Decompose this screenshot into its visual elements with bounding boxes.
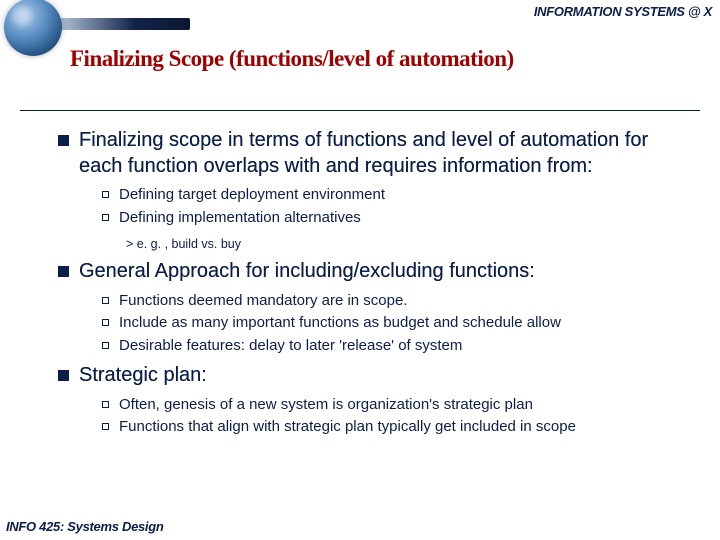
bullet-item: Strategic plan: (58, 363, 690, 389)
slide-title: Finalizing Scope (functions/level of aut… (70, 46, 670, 72)
sub-sub-text: > e. g. , build vs. buy (126, 237, 241, 251)
hollow-square-bullet-icon (102, 342, 109, 349)
hollow-square-bullet-icon (102, 191, 109, 198)
sub-bullet-text: Defining target deployment environment (119, 185, 385, 205)
sub-bullet-text: Desirable features: delay to later 'rele… (119, 336, 462, 356)
sub-bullet-item: Functions that align with strategic plan… (102, 417, 690, 437)
sub-bullet-item: Often, genesis of a new system is organi… (102, 395, 690, 415)
slide-header: INFORMATION SYSTEMS @ X (0, 0, 720, 30)
title-underline (20, 110, 700, 111)
square-bullet-icon (58, 266, 69, 277)
bullet-text: General Approach for including/excluding… (79, 259, 535, 285)
square-bullet-icon (58, 135, 69, 146)
bullet-text: Strategic plan: (79, 363, 207, 389)
hollow-square-bullet-icon (102, 297, 109, 304)
hollow-square-bullet-icon (102, 423, 109, 430)
bullet-item: General Approach for including/excluding… (58, 259, 690, 285)
square-bullet-icon (58, 370, 69, 381)
globe-logo-icon (4, 0, 62, 56)
sub-bullet-text: Functions deemed mandatory are in scope. (119, 291, 408, 311)
hollow-square-bullet-icon (102, 401, 109, 408)
slide-body: Finalizing scope in terms of functions a… (58, 128, 690, 445)
slide-footer: INFO 425: Systems Design (6, 519, 164, 534)
sub-bullet-item: Defining implementation alternatives (102, 208, 690, 228)
hollow-square-bullet-icon (102, 214, 109, 221)
bullet-item: Finalizing scope in terms of functions a… (58, 128, 690, 179)
sub-bullet-item: Functions deemed mandatory are in scope. (102, 291, 690, 311)
sub-bullet-text: Defining implementation alternatives (119, 208, 361, 228)
sub-list: Often, genesis of a new system is organi… (102, 395, 690, 437)
sub-bullet-text: Include as many important functions as b… (119, 313, 561, 333)
bullet-text: Finalizing scope in terms of functions a… (79, 128, 690, 179)
sub-bullet-text: Often, genesis of a new system is organi… (119, 395, 533, 415)
header-accent-bar (50, 18, 190, 30)
sub-bullet-item: Include as many important functions as b… (102, 313, 690, 333)
sub-list: Defining target deployment environment D… (102, 185, 690, 227)
sub-list: Functions deemed mandatory are in scope.… (102, 291, 690, 356)
hollow-square-bullet-icon (102, 319, 109, 326)
sub-bullet-item: Defining target deployment environment (102, 185, 690, 205)
sub-bullet-text: Functions that align with strategic plan… (119, 417, 576, 437)
header-brand-text: INFORMATION SYSTEMS @ X (534, 4, 712, 19)
sub-bullet-item: Desirable features: delay to later 'rele… (102, 336, 690, 356)
sub-sub-item: > e. g. , build vs. buy (126, 235, 690, 253)
